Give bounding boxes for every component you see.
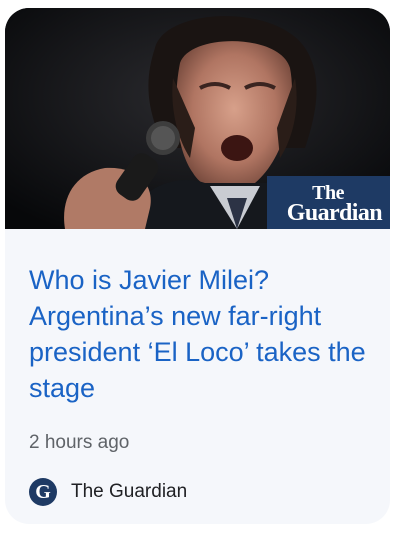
source-row[interactable]: G The Guardian: [29, 477, 187, 507]
guardian-source-icon: G: [29, 478, 57, 506]
source-name: The Guardian: [71, 481, 188, 502]
article-headline[interactable]: Who is Javier Milei? Argentina’s new far…: [29, 262, 369, 406]
article-thumbnail[interactable]: The Guardian: [5, 8, 390, 229]
guardian-logo: The Guardian: [267, 176, 390, 229]
published-time: 2 hours ago: [29, 432, 130, 453]
news-card[interactable]: The Guardian Who is Javier Milei? Argent…: [5, 8, 390, 524]
logo-line2: Guardian: [286, 200, 383, 226]
